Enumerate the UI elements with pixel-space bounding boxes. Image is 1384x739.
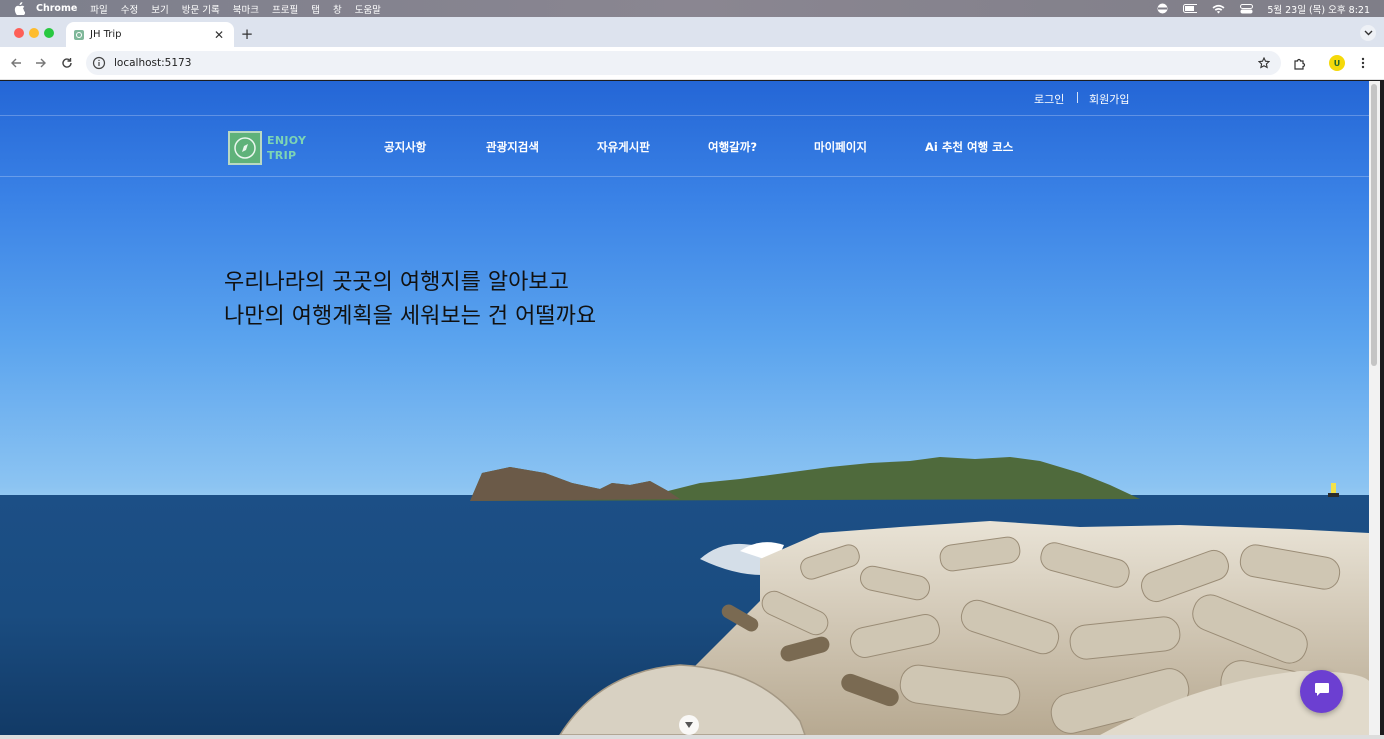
wifi-icon[interactable] — [1211, 3, 1225, 14]
scrollbar-thumb[interactable] — [1371, 84, 1377, 366]
window-close-button[interactable] — [14, 28, 24, 38]
menu-window[interactable]: 창 — [333, 2, 342, 16]
site-logo[interactable]: ENJOY TRIP — [228, 131, 308, 165]
extensions-puzzle-icon[interactable] — [1291, 55, 1307, 71]
tab-search-chevron-down-icon[interactable] — [1360, 25, 1376, 41]
reload-icon[interactable] — [59, 55, 75, 71]
browser-toolbar: localhost:5173 U — [0, 47, 1384, 80]
tab-close-icon[interactable]: ✕ — [212, 28, 226, 42]
menu-profiles[interactable]: 프로필 — [272, 2, 298, 16]
menu-history[interactable]: 방문 기록 — [182, 2, 220, 16]
signup-link[interactable]: 회원가입 — [1089, 91, 1129, 107]
logo-text: ENJOY TRIP — [267, 133, 306, 163]
hero-background-image — [0, 457, 1369, 735]
page-viewport: 로그인 회원가입 ENJOY TRIP 공지사항 관광지검색 자유게시판 여행갈… — [0, 81, 1369, 735]
tab-title: JH Trip — [90, 29, 122, 40]
nav-notice[interactable]: 공지사항 — [384, 139, 426, 155]
logo-line-1: ENJOY — [267, 134, 307, 147]
compass-logo-icon — [228, 131, 262, 165]
apple-icon[interactable] — [12, 2, 26, 16]
menubar-clock[interactable]: 5월 23일 (목) 오후 8:21 — [1267, 2, 1370, 16]
window-bottom-edge — [0, 735, 1384, 739]
menu-tab[interactable]: 탭 — [311, 2, 320, 16]
new-tab-icon[interactable]: + — [240, 25, 254, 43]
browser-tab-active[interactable]: JH Trip ✕ — [66, 22, 234, 47]
page-scrollbar[interactable] — [1369, 81, 1380, 735]
browser-tab-strip: JH Trip ✕ + — [0, 17, 1384, 47]
hero-line-1: 우리나라의 곳곳의 여행지를 알아보고 — [224, 270, 569, 295]
chat-button[interactable] — [1300, 670, 1343, 713]
battery-icon[interactable] — [1183, 3, 1198, 14]
logo-line-2: TRIP — [267, 149, 297, 162]
login-link[interactable]: 로그인 — [1034, 91, 1064, 107]
hero-line-2: 나만의 여행계획을 세워보는 건 어떨까요 — [224, 304, 597, 329]
profile-avatar[interactable]: U — [1329, 55, 1345, 71]
control-center-icon[interactable] — [1239, 3, 1253, 14]
nav-ai-course[interactable]: Ai 추천 여행 코스 — [925, 139, 1013, 155]
menu-edit[interactable]: 수정 — [121, 2, 138, 16]
nav-attraction-search[interactable]: 관광지검색 — [486, 139, 539, 155]
tab-favicon-icon — [74, 29, 84, 40]
forward-arrow-icon[interactable] — [33, 55, 49, 71]
url-text[interactable]: localhost:5173 — [114, 57, 191, 69]
nav-free-board[interactable]: 자유게시판 — [597, 139, 650, 155]
menu-help[interactable]: 도움말 — [355, 2, 381, 16]
util-divider — [1077, 92, 1078, 103]
utility-bar: 로그인 회원가입 — [0, 81, 1369, 116]
site-info-icon[interactable] — [92, 56, 106, 70]
menu-bookmarks[interactable]: 북마크 — [233, 2, 259, 16]
chat-bubble-icon — [1314, 682, 1330, 701]
main-navbar: ENJOY TRIP 공지사항 관광지검색 자유게시판 여행갈까? 마이페이지 … — [0, 116, 1369, 177]
menu-file[interactable]: 파일 — [90, 2, 107, 16]
hero-heading: 우리나라의 곳곳의 여행지를 알아보고 나만의 여행계획을 세워보는 건 어떨까… — [224, 266, 596, 334]
window-minimize-button[interactable] — [29, 28, 39, 38]
menu-app-name[interactable]: Chrome — [36, 3, 77, 14]
browser-menu-kebab-icon[interactable] — [1355, 55, 1371, 71]
window-zoom-button[interactable] — [44, 28, 54, 38]
address-bar[interactable]: localhost:5173 — [86, 51, 1281, 75]
menu-view[interactable]: 보기 — [151, 2, 168, 16]
vpn-icon[interactable] — [1155, 3, 1169, 14]
back-arrow-icon[interactable] — [8, 55, 24, 71]
macos-menubar: Chrome 파일 수정 보기 방문 기록 북마크 프로필 탭 창 도움말 5월… — [0, 0, 1384, 17]
nav-mypage[interactable]: 마이페이지 — [814, 139, 867, 155]
nav-shall-we-travel[interactable]: 여행갈까? — [708, 139, 757, 155]
scroll-down-chevron-icon[interactable] — [679, 715, 699, 735]
bookmark-star-icon[interactable] — [1257, 56, 1271, 70]
